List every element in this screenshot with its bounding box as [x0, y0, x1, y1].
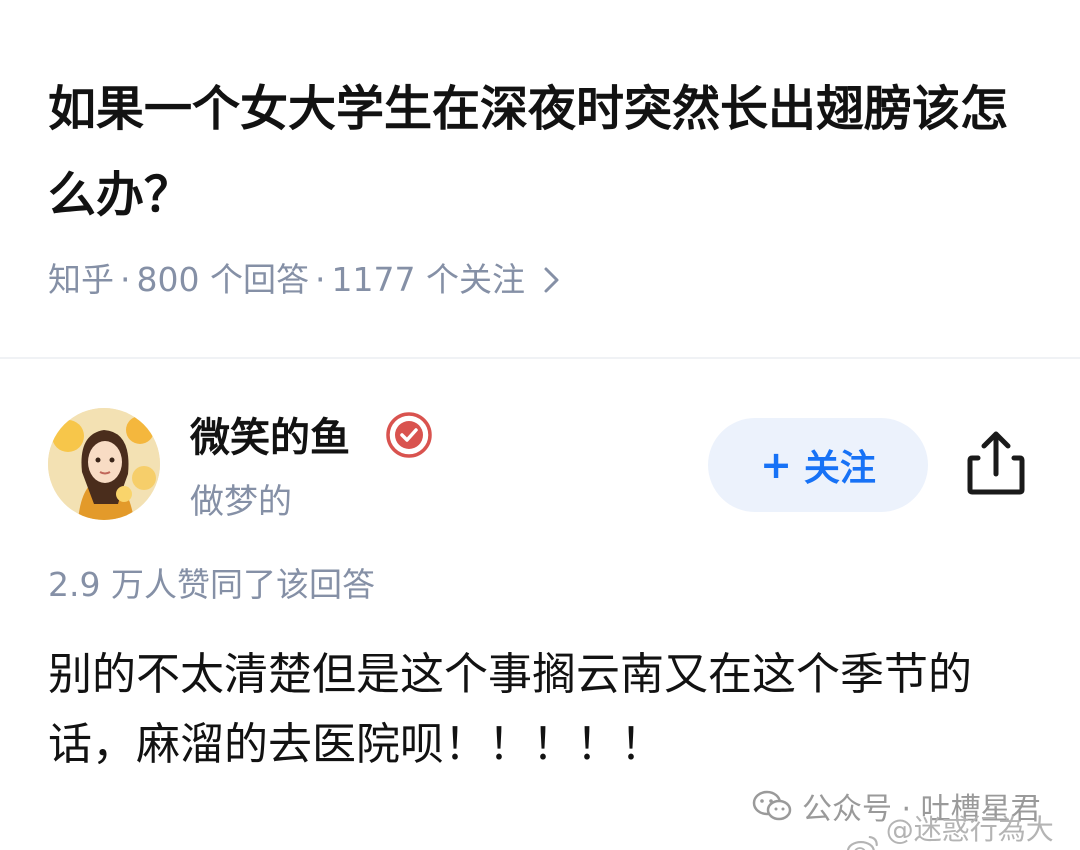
- answer-count: 800 个回答: [136, 260, 309, 299]
- meta-separator: ·: [314, 260, 326, 299]
- avatar[interactable]: [48, 408, 160, 520]
- weibo-icon: [846, 836, 878, 850]
- upvote-count: 2.9 万人赞同了该回答: [48, 565, 375, 604]
- follow-button[interactable]: + 关注: [708, 418, 928, 512]
- chevron-right-icon[interactable]: [543, 265, 561, 295]
- plus-icon: +: [760, 443, 792, 487]
- weibo-watermark-text: @迷惑行為大賞: [885, 813, 1054, 846]
- follow-count: 1177 个关注: [331, 260, 525, 299]
- answer-body: 别的不太清楚但是这个事搁云南又在这个季节的话，麻溜的去医院呗！！！！！: [48, 649, 972, 770]
- verified-badge-icon: [384, 410, 434, 460]
- author-name[interactable]: 微笑的鱼: [190, 410, 350, 466]
- section-divider: [0, 357, 1080, 359]
- weibo-watermark: @迷惑行為大賞: [846, 808, 1080, 850]
- follow-label: 关注: [803, 448, 876, 489]
- question-meta[interactable]: 知乎 · 800 个回答 · 1177 个关注: [48, 254, 561, 306]
- question-source: 知乎: [48, 260, 114, 299]
- zhihu-answer-page: 如果一个女大学生在深夜时突然长出翅膀该怎么办？ 知乎 · 800 个回答 · 1…: [0, 0, 1080, 850]
- question-title[interactable]: 如果一个女大学生在深夜时突然长出翅膀该怎么办？: [48, 66, 1048, 238]
- share-icon[interactable]: [964, 428, 1028, 498]
- wechat-icon: [752, 790, 792, 821]
- author-subtitle: 做梦的: [190, 482, 292, 522]
- meta-separator: ·: [120, 260, 131, 299]
